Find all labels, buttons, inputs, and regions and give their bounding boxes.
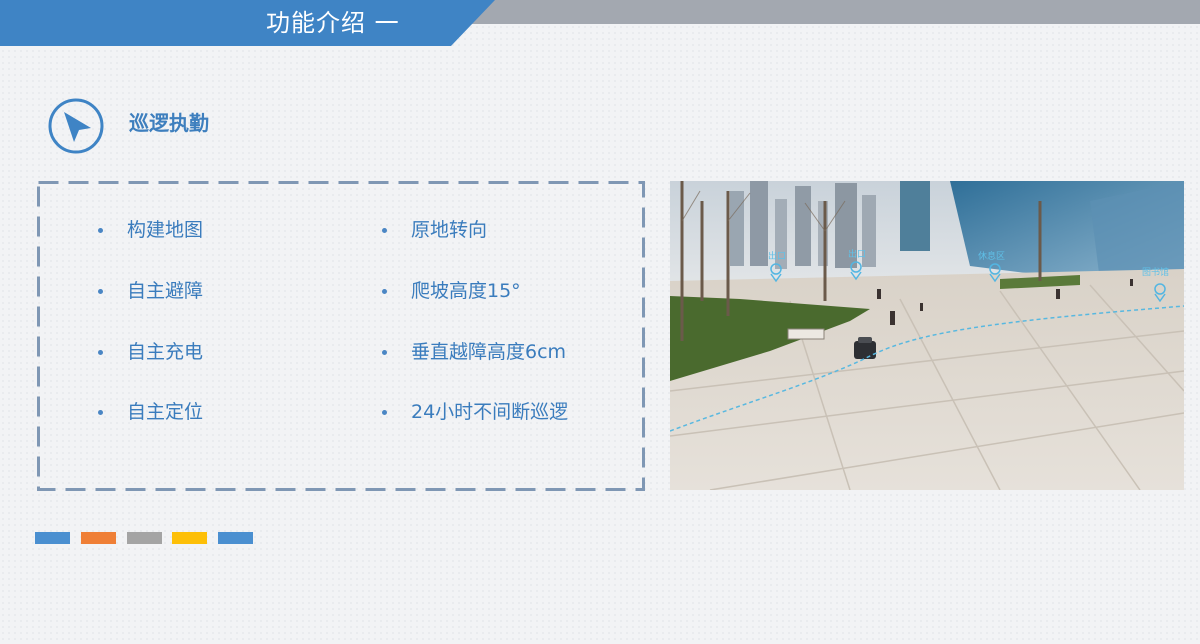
feature-label: 24小时不间断巡逻	[411, 401, 569, 423]
map-label: 休息区	[978, 250, 1005, 262]
feature-label: 垂直越障高度6cm	[411, 341, 567, 363]
bullet-icon	[382, 350, 387, 355]
color-bar	[127, 532, 162, 544]
color-bar	[218, 532, 253, 544]
top-banner: 功能介绍 一	[0, 0, 1200, 46]
map-label: 图书馆	[1142, 266, 1169, 278]
patrol-plaza-photo: 出口 出口 休息区 图书馆	[670, 181, 1184, 490]
banner-blue-tab	[0, 0, 495, 46]
banner-gray-strip	[440, 0, 1200, 24]
feature-label: 构建地图	[127, 219, 204, 241]
plaza-illustration: 出口 出口 休息区 图书馆	[670, 181, 1184, 490]
bullet-icon	[98, 289, 103, 294]
bullet-icon	[382, 410, 387, 415]
color-bar	[81, 532, 116, 544]
feature-label: 自主避障	[127, 280, 204, 302]
bullet-icon	[382, 289, 387, 294]
feature-label: 爬坡高度15°	[411, 280, 521, 302]
page-title: 功能介绍 一	[266, 9, 400, 37]
map-label: 出口	[848, 248, 866, 260]
bullet-icon	[98, 228, 103, 233]
feature-label: 自主定位	[127, 401, 204, 423]
map-label: 出口	[768, 250, 786, 262]
section-title: 巡逻执勤	[129, 111, 209, 135]
feature-label: 原地转向	[411, 219, 488, 241]
bullet-icon	[98, 350, 103, 355]
color-bar	[35, 532, 70, 544]
feature-label: 自主充电	[127, 341, 204, 363]
bullet-icon	[98, 410, 103, 415]
navigation-arrow-icon	[47, 97, 105, 155]
feature-list-panel: 构建地图 自主避障 自主充电 自主定位 原地转向 爬坡高度15° 垂直越障高度6…	[37, 181, 645, 491]
bullet-icon	[382, 228, 387, 233]
color-bar	[172, 532, 207, 544]
